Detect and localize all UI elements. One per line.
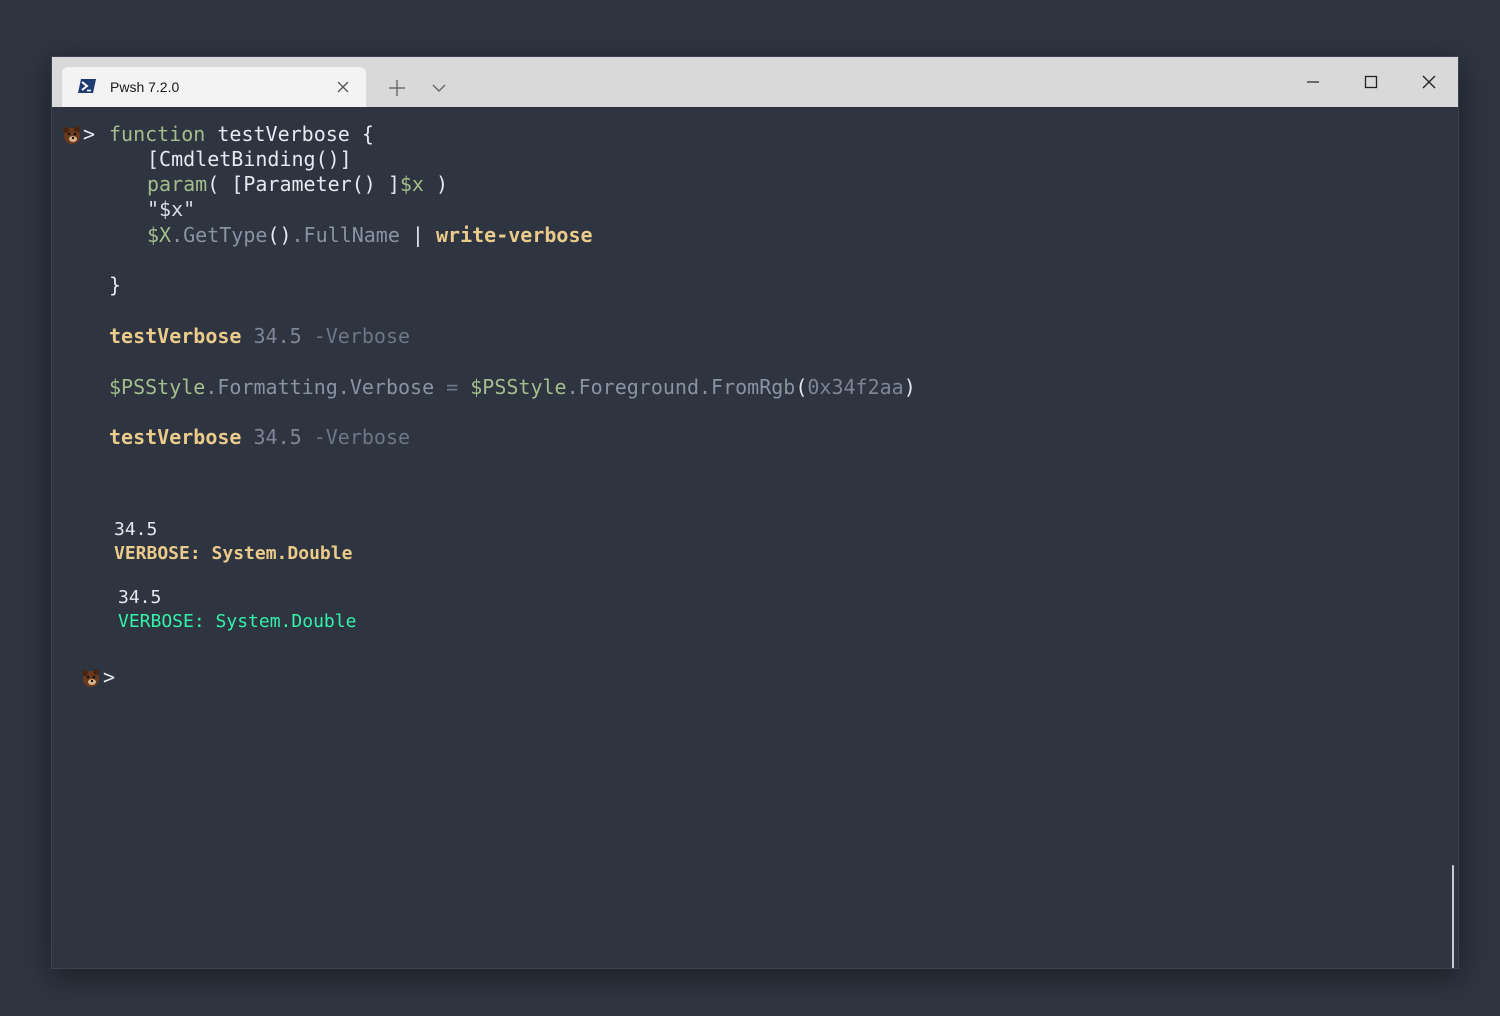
variable: $x (399, 172, 424, 196)
member: .Formatting.Verbose (205, 375, 435, 399)
maximize-icon (1364, 75, 1378, 89)
chevron-down-icon[interactable] (431, 82, 447, 94)
code-line-4: "$x" (147, 197, 196, 221)
code-text: ( (795, 375, 808, 399)
code-text: ) (903, 375, 916, 399)
verbose-output-2: VERBOSE: System.Double (118, 611, 357, 632)
parameter: -Verbose (301, 324, 411, 348)
member: .FullName (291, 223, 400, 247)
maximize-button[interactable] (1342, 57, 1400, 107)
minimize-button[interactable] (1284, 57, 1342, 107)
member: .Foreground.FromRgb (566, 375, 796, 399)
close-window-button[interactable] (1400, 57, 1458, 107)
code-line-1: function testVerbose { (109, 122, 374, 147)
pipe-operator: | (399, 223, 437, 247)
code-text: ) (423, 172, 449, 196)
powershell-icon (78, 79, 96, 93)
terminal-window: Pwsh 7.2.0 > function testVerbose {[Cmd… (52, 57, 1458, 968)
code-text: ( [Parameter() ] (207, 172, 400, 196)
number: 34.5 (241, 324, 302, 348)
keyword: function (109, 122, 206, 146)
number: 34.5 (241, 425, 302, 449)
command: testVerbose (109, 425, 242, 449)
operator: = (434, 375, 471, 399)
code-text: () (267, 223, 292, 247)
tab-pwsh[interactable]: Pwsh 7.2.0 (62, 67, 366, 107)
command: testVerbose (109, 324, 242, 348)
command: write-verbose (436, 223, 593, 247)
verbose-output-1: VERBOSE: System.Double (114, 543, 353, 564)
code-line-8: $PSStyle.Formatting.Verbose = $PSStyle.F… (109, 375, 916, 400)
function-name: testVerbose { (205, 122, 374, 146)
code-line-3: param( [Parameter() ]$x ) (147, 172, 448, 197)
close-tab-icon[interactable] (336, 80, 350, 94)
code-line-2: [CmdletBinding()] (147, 147, 352, 171)
terminal-content[interactable]: > function testVerbose { [CmdletBinding(… (52, 107, 1458, 968)
number: 0x34f2aa (807, 375, 904, 399)
output-value-2: 34.5 (118, 587, 162, 608)
member: .GetType (171, 223, 268, 247)
code-line-6: } (109, 273, 122, 297)
new-tab-icon[interactable] (388, 79, 406, 97)
scrollbar[interactable] (1452, 865, 1454, 968)
tab-title: Pwsh 7.2.0 (110, 79, 180, 95)
variable: $PSStyle (470, 375, 567, 399)
code-line-5: $X.GetType().FullName | write-verbose (147, 223, 593, 248)
minimize-icon (1307, 81, 1319, 83)
close-icon (1422, 75, 1436, 89)
code-line-9: testVerbose 34.5 -Verbose (109, 425, 410, 450)
prompt-mascot-icon (63, 126, 80, 144)
prompt-mascot-icon (82, 669, 99, 687)
parameter: -Verbose (301, 425, 411, 449)
variable: $PSStyle (109, 375, 206, 399)
keyword: param (147, 172, 208, 196)
title-bar: Pwsh 7.2.0 (52, 57, 1458, 107)
prompt-symbol: > (83, 122, 96, 146)
prompt-symbol[interactable]: > (103, 665, 115, 690)
variable: $X (147, 223, 172, 247)
code-line-7: testVerbose 34.5 -Verbose (109, 324, 410, 349)
output-value-1: 34.5 (114, 519, 158, 540)
